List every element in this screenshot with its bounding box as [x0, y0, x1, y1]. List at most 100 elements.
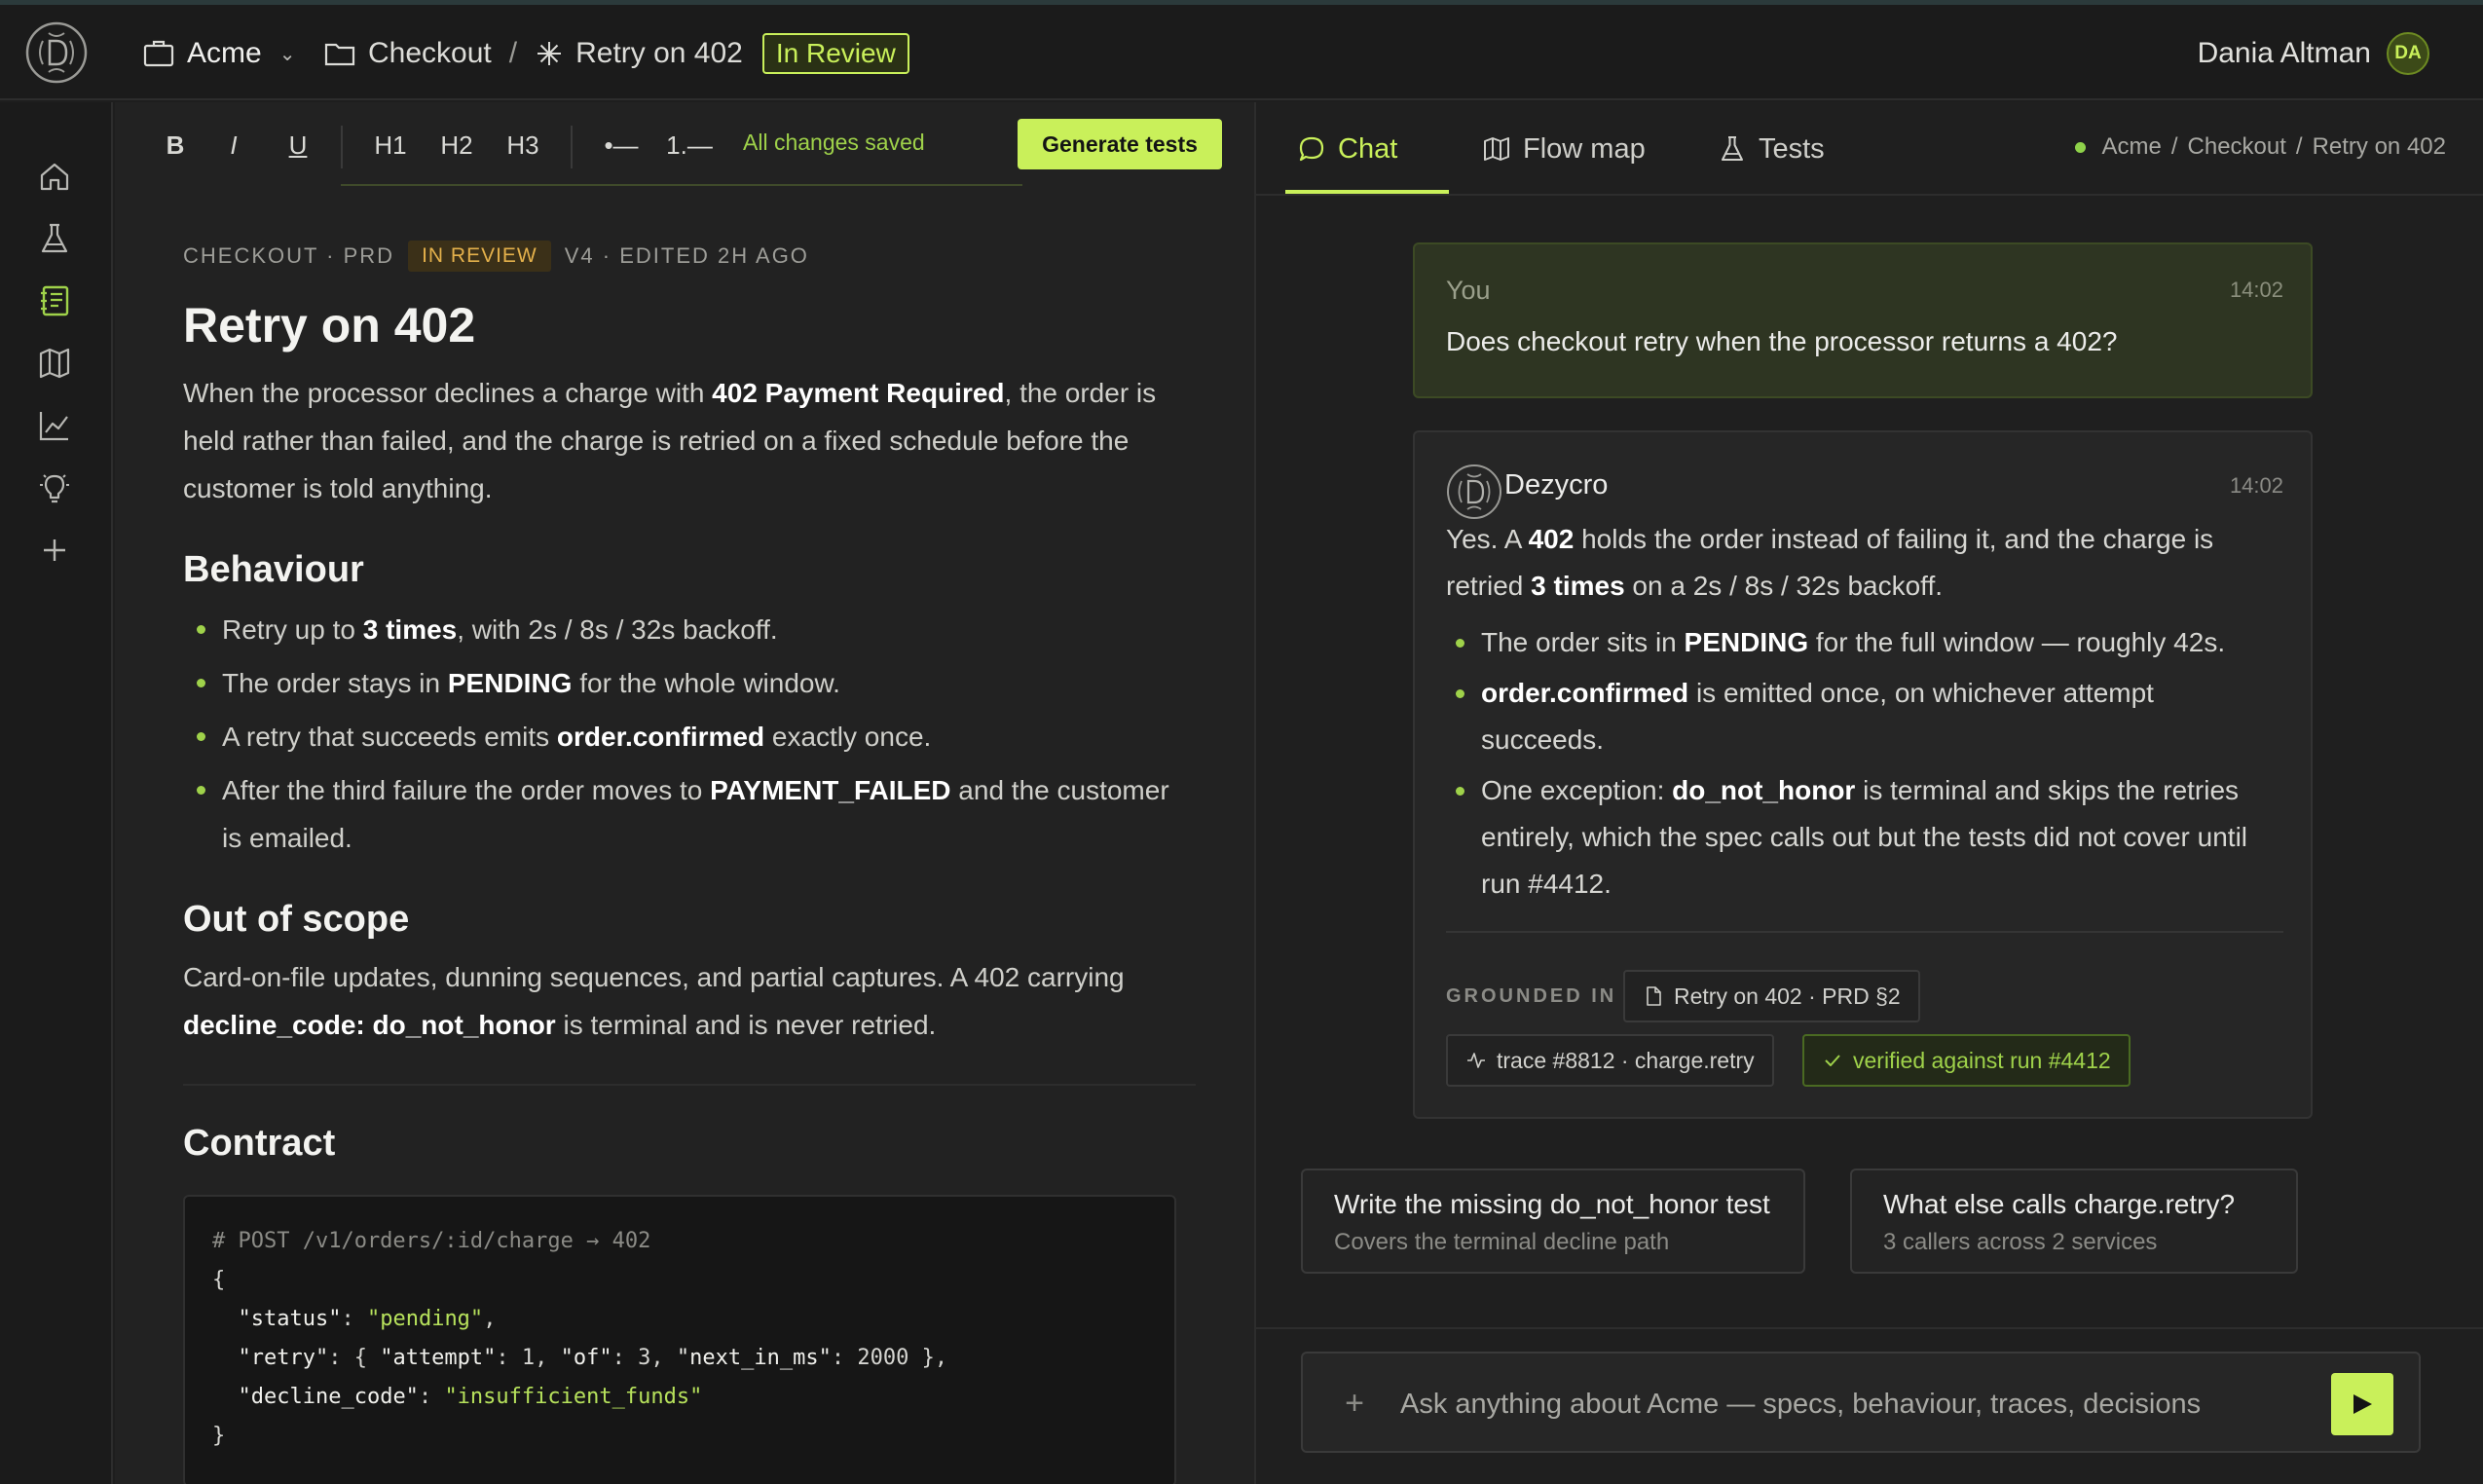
breadcrumb: Checkout / Retry on 402 In Review	[323, 30, 909, 77]
live-status-dot	[2075, 141, 2087, 153]
breadcrumb-separator: /	[508, 37, 518, 69]
breadcrumb-folder[interactable]: Checkout	[368, 37, 492, 70]
chat-bubble-icon	[1299, 136, 1324, 162]
suggestion-desc: 3 callers across 2 services	[1883, 1229, 2158, 1255]
source-chip-verified[interactable]: verified against run #4412	[1802, 1034, 2131, 1087]
chevron-down-icon: ⌄	[278, 43, 296, 65]
list-item[interactable]: A retry that succeeds emits order.confir…	[183, 713, 1196, 761]
scope-heading[interactable]: Out of scope	[183, 899, 1196, 946]
doc-section: CHECKOUT · PRD	[183, 243, 395, 268]
rail-analytics[interactable]	[33, 404, 76, 447]
bold-button[interactable]: B	[156, 124, 195, 167]
chat-composer: +	[1301, 1352, 2421, 1453]
user-name: Dania Altman	[2197, 37, 2371, 69]
heading1-button[interactable]: H1	[366, 124, 415, 167]
suggestion-title: Write the missing do_not_honor test	[1334, 1189, 1770, 1219]
message-time: 14:02	[2229, 278, 2283, 302]
list-item[interactable]: Retry up to 3 times, with 2s / 8s / 32s …	[183, 606, 1196, 653]
rail-home[interactable]	[33, 155, 76, 198]
user-menu[interactable]: Dania Altman DA	[2198, 30, 2429, 77]
briefcase-icon	[143, 40, 174, 67]
source-chip-trace[interactable]: trace #8812 · charge.retry	[1446, 1034, 1774, 1087]
flask-icon	[41, 223, 68, 253]
crumb-separator: /	[2295, 133, 2303, 160]
tab-chat[interactable]: Chat	[1297, 122, 1397, 176]
chat-input[interactable]	[1400, 1377, 2325, 1431]
generate-tests-button[interactable]: Generate tests	[1018, 119, 1222, 169]
grounded-label: GROUNDED IN	[1446, 985, 1617, 1007]
review-badge: IN REVIEW	[408, 241, 551, 272]
behaviour-heading[interactable]: Behaviour	[183, 549, 1196, 596]
contract-heading[interactable]: Contract	[183, 1123, 1196, 1169]
message-text: Yes. A 402 holds the order instead of fa…	[1446, 516, 2283, 911]
crumb-workspace[interactable]: Acme	[2101, 133, 2161, 161]
context-breadcrumb: Acme / Checkout / Retry on 402	[2075, 133, 2446, 161]
code-comment: # POST /v1/orders/:id/charge → 402	[212, 1229, 651, 1253]
attach-plus-icon[interactable]: +	[1340, 1385, 1369, 1423]
workspace-switcher[interactable]: Acme ⌄	[142, 30, 295, 77]
assistant-message: Dezycro 14:02 Yes. A 402 holds the order…	[1413, 430, 2313, 1119]
list-item[interactable]: The order stays in PENDING for the whole…	[183, 659, 1196, 707]
rail-insights[interactable]	[33, 466, 76, 509]
rail-specs[interactable]	[33, 279, 76, 322]
suggestion-desc: Covers the terminal decline path	[1334, 1229, 1670, 1255]
user-message: You 14:02 Does checkout retry when the p…	[1413, 242, 2313, 398]
scope-paragraph[interactable]: Card-on-file updates, dunning sequences,…	[183, 953, 1196, 1049]
doc-meta: CHECKOUT · PRD IN REVIEW V4 · EDITED 2H …	[183, 239, 1196, 274]
check-icon	[1825, 1055, 1840, 1066]
home-icon	[40, 163, 69, 191]
underline-button[interactable]: U	[278, 124, 317, 167]
italic-button[interactable]: I	[214, 124, 253, 167]
plus-icon	[44, 539, 65, 561]
bullet-list-button[interactable]: •—	[592, 124, 650, 167]
list-item[interactable]: After the third failure the order moves …	[183, 766, 1196, 862]
intro-paragraph[interactable]: When the processor declines a charge wit…	[183, 369, 1196, 512]
list-item: One exception: do_not_honor is terminal …	[1446, 767, 2283, 908]
message-author: You	[1446, 276, 1491, 305]
map-icon	[39, 348, 70, 379]
numbered-list-button[interactable]: 1.—	[660, 124, 719, 167]
message-author: Dezycro	[1504, 469, 1609, 501]
assistant-logo-icon	[1447, 464, 1501, 519]
tab-flow-map[interactable]: Flow map	[1482, 122, 1646, 176]
left-rail	[0, 102, 113, 1484]
composer-divider	[1256, 1327, 2483, 1329]
heading2-button[interactable]: H2	[432, 124, 481, 167]
source-chip-prd[interactable]: Retry on 402 · PRD §2	[1623, 970, 1920, 1022]
crumb-separator: /	[2170, 133, 2178, 160]
rail-add[interactable]	[33, 529, 76, 572]
document-icon	[1647, 986, 1661, 1006]
suggestion-card[interactable]: What else calls charge.retry? 3 callers …	[1850, 1169, 2298, 1274]
status-badge[interactable]: In Review	[761, 33, 909, 74]
document-body: CHECKOUT · PRD IN REVIEW V4 · EDITED 2H …	[183, 239, 1196, 1484]
tab-label: Chat	[1338, 132, 1398, 165]
crumb-page[interactable]: Retry on 402	[2313, 133, 2446, 161]
toolbar-divider	[341, 126, 343, 168]
message-divider	[1446, 931, 2283, 933]
workspace-name: Acme	[187, 37, 262, 69]
save-status: All changes saved	[743, 130, 925, 155]
list-item: order.confirmed is emitted once, on whic…	[1446, 670, 2283, 763]
message-time: 14:02	[2229, 473, 2283, 498]
rail-tests[interactable]	[33, 217, 76, 260]
avatar: DA	[2387, 32, 2429, 75]
app-logo-icon[interactable]	[23, 19, 90, 86]
heading3-button[interactable]: H3	[499, 124, 547, 167]
crumb-folder[interactable]: Checkout	[2188, 133, 2286, 161]
doc-version: V4 · EDITED 2H AGO	[564, 243, 809, 268]
folder-icon	[324, 43, 355, 66]
answer-list: The order sits in PENDING for the full w…	[1446, 619, 2283, 908]
contract-code-block[interactable]: # POST /v1/orders/:id/charge → 402 { "st…	[183, 1195, 1176, 1484]
notebook-icon	[41, 285, 69, 316]
spec-editor: B I U H1 H2 H3 •— 1.— All changes saved …	[115, 102, 1254, 1484]
asterisk-icon	[537, 42, 562, 65]
suggestion-card[interactable]: Write the missing do_not_honor test Cove…	[1301, 1169, 1805, 1274]
rail-flow-map[interactable]	[33, 342, 76, 385]
tab-label: Tests	[1759, 132, 1825, 165]
top-bar: Acme ⌄ Checkout / Retry on 402 In Review…	[0, 5, 2483, 100]
toolbar-underline	[341, 184, 1022, 186]
page-title[interactable]: Retry on 402	[183, 297, 1196, 361]
send-button[interactable]	[2331, 1373, 2393, 1435]
tab-tests[interactable]: Tests	[1718, 122, 1825, 176]
suggestion-title: What else calls charge.retry?	[1883, 1189, 2236, 1219]
